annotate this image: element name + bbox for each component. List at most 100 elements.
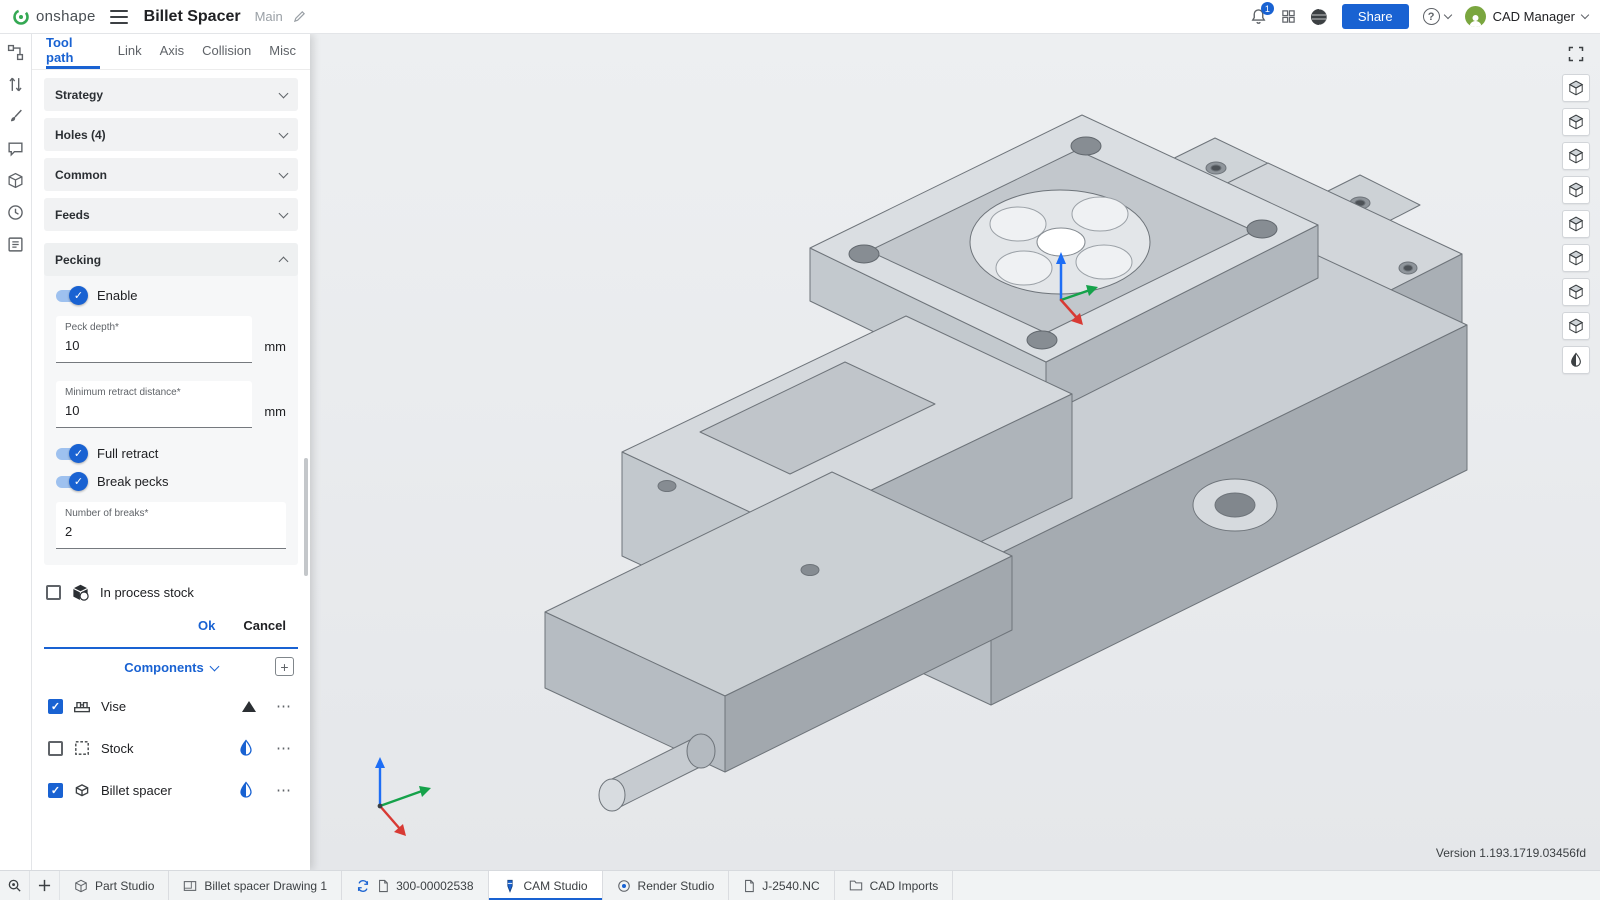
transform-arrows-icon[interactable] <box>7 76 24 93</box>
exploded-view-icon[interactable] <box>7 172 24 189</box>
peck-depth-field[interactable]: Peck depth* <box>56 316 252 363</box>
in-process-stock-icon <box>71 583 90 602</box>
logo-text: onshape <box>36 8 96 25</box>
break-pecks-toggle[interactable]: Break pecks <box>56 474 286 489</box>
toggle-switch-icon <box>56 476 85 488</box>
chevron-down-icon <box>279 88 289 98</box>
left-tool-strip <box>0 34 32 870</box>
number-of-breaks-input[interactable] <box>65 524 277 539</box>
user-name: CAD Manager <box>1493 9 1575 24</box>
number-of-breaks-field[interactable]: Number of breaks* <box>56 502 286 549</box>
row-menu-icon[interactable] <box>274 697 294 715</box>
notification-badge: 1 <box>1261 2 1274 15</box>
tab-tool-path[interactable]: Tool path <box>46 34 100 69</box>
stock-icon <box>73 739 91 757</box>
apps-grid-icon[interactable] <box>1281 9 1296 24</box>
history-clock-icon[interactable] <box>7 204 24 221</box>
view-cube-button[interactable] <box>1562 142 1590 170</box>
top-bar: onshape Billet Spacer Main 1 Share CAD M… <box>0 0 1600 34</box>
operations-tree-icon[interactable] <box>7 44 24 61</box>
notes-list-icon[interactable] <box>7 236 24 253</box>
tab-cad-imports[interactable]: CAD Imports <box>835 871 954 900</box>
share-button[interactable]: Share <box>1342 4 1409 29</box>
view-cube-button[interactable] <box>1562 278 1590 306</box>
help-icon[interactable] <box>1423 8 1451 25</box>
full-retract-toggle[interactable]: Full retract <box>56 446 286 461</box>
stock-checkbox[interactable] <box>48 741 63 756</box>
chevron-down-icon <box>209 661 219 671</box>
tab-link[interactable]: Link <box>118 34 142 69</box>
cad-model <box>310 34 1600 870</box>
view-cube-button[interactable] <box>1562 74 1590 102</box>
translucency-droplet-icon[interactable] <box>238 739 254 757</box>
in-process-stock-row[interactable]: In process stock <box>46 583 296 602</box>
part-studio-icon <box>74 879 88 893</box>
fixture-triangle-icon <box>242 701 256 712</box>
tab-cam-studio[interactable]: CAM Studio <box>489 871 603 900</box>
enable-toggle[interactable]: Enable <box>56 288 286 303</box>
appearance-brush-icon[interactable] <box>7 108 24 125</box>
folder-icon <box>849 879 863 892</box>
learning-center-icon[interactable] <box>1310 8 1328 26</box>
min-retract-field[interactable]: Minimum retract distance* <box>56 381 252 428</box>
tab-render-studio[interactable]: Render Studio <box>603 871 730 900</box>
view-cube-button[interactable] <box>1562 244 1590 272</box>
dialog-actions: Ok Cancel <box>44 602 298 649</box>
tab-misc[interactable]: Misc <box>269 34 296 69</box>
rename-pencil-icon[interactable] <box>293 10 306 23</box>
panel-scrollbar[interactable] <box>304 458 308 576</box>
section-feeds[interactable]: Feeds <box>44 198 298 231</box>
section-holes[interactable]: Holes (4) <box>44 118 298 151</box>
document-title: Billet Spacer <box>144 8 241 26</box>
fullscreen-icon[interactable] <box>1568 46 1584 62</box>
section-common[interactable]: Common <box>44 158 298 191</box>
component-row-vise[interactable]: Vise <box>44 685 298 727</box>
toggle-switch-icon <box>56 448 85 460</box>
onshape-logo[interactable]: onshape <box>12 8 96 26</box>
ok-button[interactable]: Ok <box>198 618 215 633</box>
version-label: Version 1.193.1719.03456fd <box>1436 846 1586 860</box>
tab-axis[interactable]: Axis <box>160 34 185 69</box>
section-pecking[interactable]: Pecking <box>44 243 298 276</box>
comment-icon[interactable] <box>7 140 24 157</box>
user-menu[interactable]: CAD Manager <box>1465 6 1588 27</box>
vise-checkbox[interactable] <box>48 699 63 714</box>
peck-depth-input[interactable] <box>65 338 243 353</box>
in-process-stock-checkbox[interactable] <box>46 585 61 600</box>
avatar <box>1465 6 1486 27</box>
component-row-billet-spacer[interactable]: Billet spacer <box>44 769 298 811</box>
view-cube-button[interactable] <box>1562 210 1590 238</box>
add-component-button[interactable] <box>275 657 294 676</box>
menu-icon[interactable] <box>110 10 128 24</box>
tab-collision[interactable]: Collision <box>202 34 251 69</box>
notifications-bell-icon[interactable]: 1 <box>1250 8 1267 25</box>
panel-body: Strategy Holes (4) Common Feeds Pecking … <box>32 70 310 870</box>
search-tabs-button[interactable] <box>0 871 30 900</box>
min-retract-input[interactable] <box>65 403 243 418</box>
tab-part-studio[interactable]: Part Studio <box>60 871 169 900</box>
add-tab-button[interactable] <box>30 871 60 900</box>
components-header[interactable]: Components <box>44 649 298 685</box>
3d-viewport[interactable]: Version 1.193.1719.03456fd <box>310 34 1600 870</box>
panel-tab-bar: Tool path Link Axis Collision Misc <box>32 34 310 70</box>
component-row-stock[interactable]: Stock <box>44 727 298 769</box>
tab-nc-file[interactable]: J-2540.NC <box>729 871 834 900</box>
row-menu-icon[interactable] <box>274 739 294 757</box>
tab-linked-document[interactable]: 300-00002538 <box>342 871 488 900</box>
view-cube-button[interactable] <box>1562 176 1590 204</box>
drawing-icon <box>183 879 197 893</box>
translucency-droplet-icon[interactable] <box>238 781 254 799</box>
tab-drawing[interactable]: Billet spacer Drawing 1 <box>169 871 342 900</box>
billet-spacer-checkbox[interactable] <box>48 783 63 798</box>
onshape-logo-icon <box>12 8 30 26</box>
section-view-button[interactable] <box>1562 346 1590 374</box>
cancel-button[interactable]: Cancel <box>243 618 286 633</box>
document-icon <box>377 879 389 893</box>
document-tab-bar: Part Studio Billet spacer Drawing 1 300-… <box>0 870 1600 900</box>
view-cube-button[interactable] <box>1562 108 1590 136</box>
pecking-section: Pecking Enable Peck depth* mm <box>44 243 298 565</box>
section-strategy[interactable]: Strategy <box>44 78 298 111</box>
linked-doc-icon <box>356 879 370 893</box>
row-menu-icon[interactable] <box>274 781 294 799</box>
view-cube-button[interactable] <box>1562 312 1590 340</box>
